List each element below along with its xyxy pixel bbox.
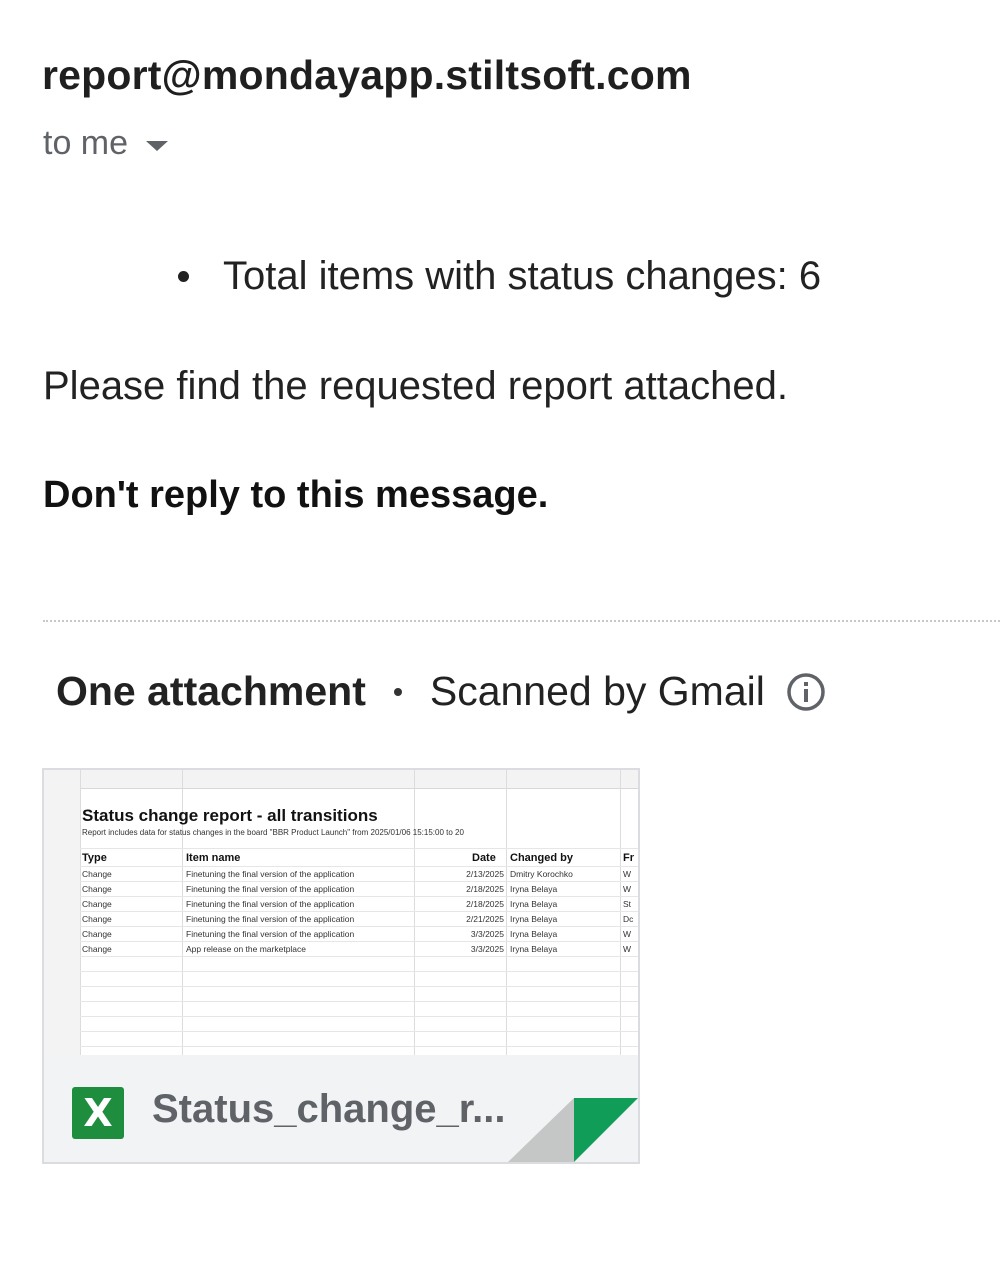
- attachment-footer: X Status_change_r...: [44, 1057, 638, 1162]
- preview-header-item: Item name: [186, 852, 241, 864]
- chevron-down-icon[interactable]: [146, 140, 169, 151]
- preview-cell: 3/3/2025: [470, 944, 504, 954]
- preview-subtitle: Report includes data for status changes …: [82, 828, 464, 837]
- preview-cell: Iryna Belaya: [510, 929, 558, 939]
- preview-cell: Change: [82, 899, 112, 909]
- recipient-label: to me: [43, 124, 129, 162]
- preview-cell: 3/3/2025: [470, 929, 504, 939]
- preview-cell: 2/21/2025: [466, 914, 504, 924]
- sender-email: report@mondayapp.stiltsoft.com: [42, 52, 692, 98]
- preview-cell: Change: [82, 914, 112, 924]
- scanned-label: Scanned by Gmail: [429, 668, 765, 714]
- preview-header-date: Date: [472, 852, 496, 864]
- preview-cell: Iryna Belaya: [510, 884, 558, 894]
- preview-header-from: Fr: [623, 852, 634, 864]
- preview-cell: Change: [82, 884, 112, 894]
- preview-cell: W: [623, 869, 632, 879]
- info-icon[interactable]: [785, 671, 827, 713]
- bullet-icon: [178, 271, 189, 282]
- page-fold-icon: [574, 1098, 638, 1162]
- column-header-bar: [44, 770, 638, 789]
- list-item: Total items with status changes: 6: [178, 254, 821, 299]
- email-body-text: Please find the requested report attache…: [43, 364, 788, 408]
- attachment-count: One attachment: [56, 668, 366, 714]
- divider: [43, 620, 1000, 622]
- preview-cell: Finetuning the final version of the appl…: [186, 899, 355, 909]
- preview-header-type: Type: [82, 852, 107, 864]
- preview-cell: 2/18/2025: [466, 884, 504, 894]
- preview-cell: W: [623, 929, 632, 939]
- attachment-card[interactable]: Status change report - all transitions R…: [42, 768, 640, 1164]
- preview-cell: App release on the marketplace: [186, 944, 307, 954]
- preview-cell: 2/18/2025: [466, 899, 504, 909]
- noreply-notice: Don't reply to this message.: [43, 474, 549, 516]
- preview-cell: St: [623, 899, 632, 909]
- preview-cell: Iryna Belaya: [510, 914, 558, 924]
- preview-cell: 2/13/2025: [466, 869, 504, 879]
- preview-cell: Iryna Belaya: [510, 899, 558, 909]
- preview-cell: Finetuning the final version of the appl…: [186, 929, 355, 939]
- preview-cell: Change: [82, 944, 112, 954]
- preview-cell: Dmitry Korochko: [510, 869, 573, 879]
- preview-cell: Change: [82, 869, 112, 879]
- preview-cell: Dc: [623, 914, 634, 924]
- status-summary-list: Total items with status changes: 6: [178, 254, 821, 299]
- separator-dot: [393, 687, 402, 696]
- page-fold-shadow: [508, 1098, 574, 1162]
- preview-cell: Finetuning the final version of the appl…: [186, 914, 355, 924]
- recipient-line: to me: [43, 124, 169, 163]
- preview-cell: Finetuning the final version of the appl…: [186, 884, 355, 894]
- excel-icon: X: [72, 1087, 124, 1139]
- preview-cell: W: [623, 884, 632, 894]
- spreadsheet-preview: Status change report - all transitions R…: [44, 770, 638, 1055]
- attachments-header: One attachment Scanned by Gmail: [56, 668, 827, 715]
- preview-title: Status change report - all transitions: [82, 806, 378, 825]
- preview-header-changed-by: Changed by: [510, 852, 573, 864]
- row-header-bar: [44, 788, 81, 1055]
- preview-cell: Iryna Belaya: [510, 944, 558, 954]
- list-item-text: Total items with status changes: 6: [223, 254, 822, 298]
- preview-cell: Change: [82, 929, 112, 939]
- preview-cell: W: [623, 944, 632, 954]
- preview-cell: Finetuning the final version of the appl…: [186, 869, 355, 879]
- attachment-filename: Status_change_r...: [152, 1087, 506, 1131]
